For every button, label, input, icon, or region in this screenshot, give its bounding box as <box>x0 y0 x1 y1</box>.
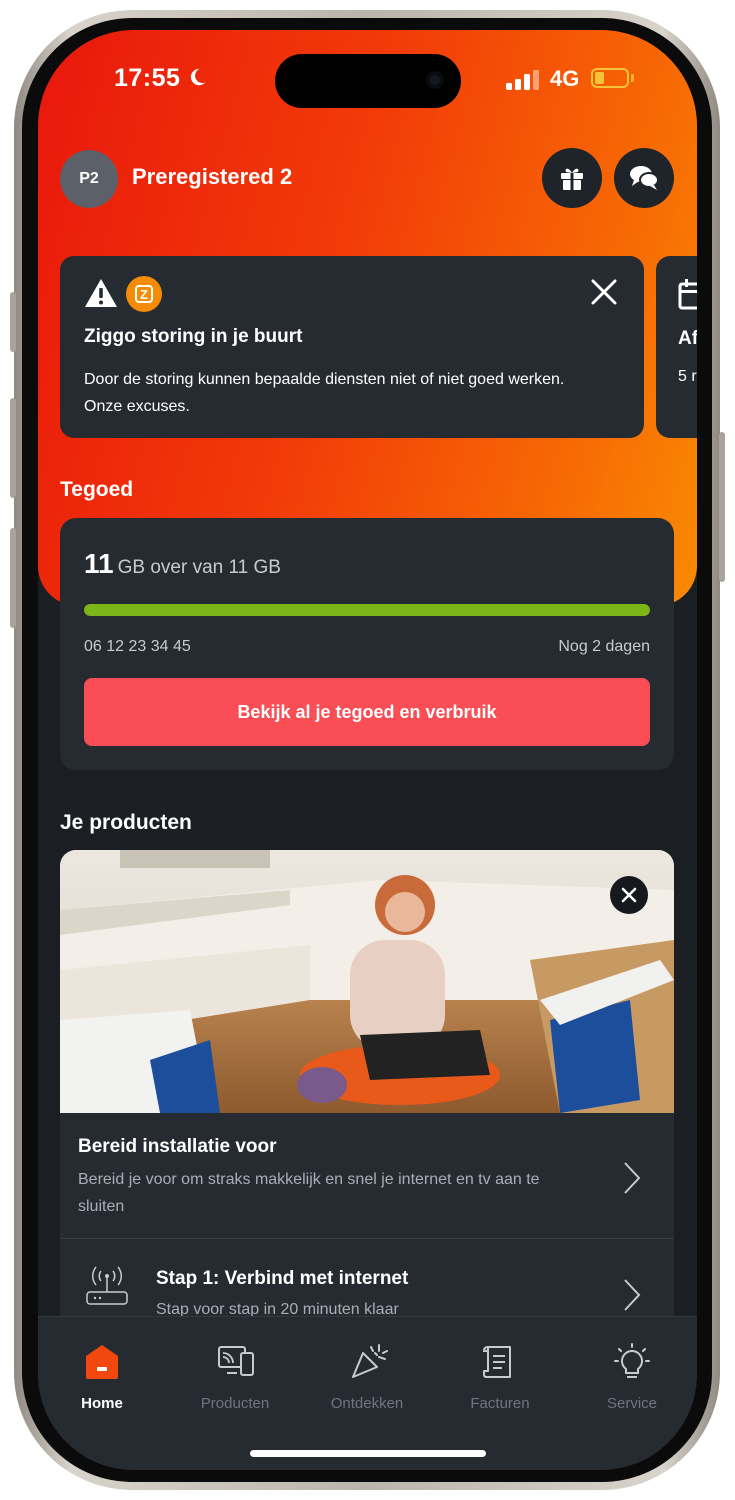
battery-icon <box>591 68 629 88</box>
action-button <box>10 292 16 352</box>
products-section-title: Je producten <box>60 811 192 834</box>
product-card: Bereid installatie voor Bereid je voor o… <box>60 850 674 1320</box>
battery-tip <box>631 74 634 82</box>
tab-ontdekken[interactable]: Ontdekken <box>312 1317 422 1417</box>
credit-section-title: Tegoed <box>60 478 134 501</box>
item-title: Bereid installatie voor <box>78 1136 277 1157</box>
installation-photo <box>60 850 674 1113</box>
tab-label: Service <box>606 1395 658 1412</box>
status-bar: 17:55 4G <box>38 30 697 120</box>
credit-progress-bar <box>84 604 650 616</box>
tab-label: Producten <box>200 1395 270 1412</box>
close-icon <box>621 887 637 903</box>
ziggo-logo-icon: Z <box>126 276 162 312</box>
avatar[interactable]: P2 <box>60 150 118 208</box>
notice-title: Ziggo storing in je buurt <box>84 326 303 347</box>
app-screen: 17:55 4G P2 Preregistered 2 Z Ziggo stor… <box>38 30 697 1470</box>
chevron-right-icon <box>624 1162 641 1194</box>
tab-label: Facturen <box>470 1395 530 1412</box>
invoice-icon <box>482 1346 511 1378</box>
home-icon <box>86 1345 118 1379</box>
phone-number: 06 12 23 34 45 <box>84 638 191 655</box>
ziggo-letter: Z <box>135 285 153 303</box>
credit-card: 11 GB over van 11 GB 06 12 23 34 45 Nog 2… <box>60 518 674 770</box>
tab-facturen[interactable]: Facturen <box>445 1317 555 1417</box>
credit-amount: 11 GB over van 11 GB <box>84 548 281 580</box>
calendar-icon <box>678 279 697 310</box>
party-popper-icon <box>352 1344 388 1378</box>
item-title: Stap 1: Verbind met internet <box>156 1268 409 1289</box>
tab-service[interactable]: Service <box>577 1317 687 1417</box>
status-time: 17:55 <box>114 64 181 92</box>
tab-producten[interactable]: Producten <box>180 1317 290 1417</box>
warning-icon <box>85 279 117 307</box>
volume-up-button <box>10 398 16 498</box>
chevron-right-icon <box>624 1279 641 1311</box>
router-icon <box>86 1266 128 1305</box>
credit-amount-value: 11 <box>84 548 114 579</box>
close-icon[interactable] <box>590 278 618 306</box>
next-notice-title: Af <box>678 328 697 349</box>
gift-button[interactable] <box>542 148 602 208</box>
notice-text: Door de storing kunnen bepaalde diensten… <box>84 371 565 415</box>
next-notice-text: 5 r <box>678 368 697 385</box>
tab-label: Ontdekken <box>330 1395 404 1412</box>
days-left: Nog 2 dagen <box>558 638 650 655</box>
bottom-tab-bar: Home Producten Ontdekken Facturen Servic… <box>38 1316 697 1470</box>
camera-icon <box>426 71 444 89</box>
divider <box>60 1238 674 1239</box>
network-type: 4G <box>550 66 580 91</box>
dismiss-photo-button[interactable] <box>610 876 648 914</box>
home-indicator[interactable] <box>250 1450 486 1457</box>
signal-icon <box>506 70 539 90</box>
chat-button[interactable] <box>614 148 674 208</box>
power-button <box>719 432 725 582</box>
lightbulb-icon <box>614 1343 650 1378</box>
chat-icon <box>630 166 659 190</box>
view-credit-button[interactable]: Bekijk al je tegoed en verbruik <box>84 678 650 746</box>
outage-notice-card[interactable]: Z Ziggo storing in je buurt Door de stor… <box>60 256 644 438</box>
credit-progress-fill <box>84 604 650 616</box>
volume-down-button <box>10 528 16 628</box>
moon-icon <box>190 68 206 86</box>
tab-home[interactable]: Home <box>47 1317 157 1417</box>
next-notice-card[interactable]: Af 5 r <box>656 256 697 438</box>
gift-icon <box>561 168 583 190</box>
item-subtitle: Bereid je voor om straks makkelijk en sn… <box>78 1171 540 1215</box>
installation-illustration <box>60 850 674 1113</box>
devices-icon <box>218 1346 254 1376</box>
credit-amount-text: GB over van 11 GB <box>117 557 281 578</box>
user-name: Preregistered 2 <box>132 164 293 189</box>
tab-label: Home <box>81 1395 123 1412</box>
